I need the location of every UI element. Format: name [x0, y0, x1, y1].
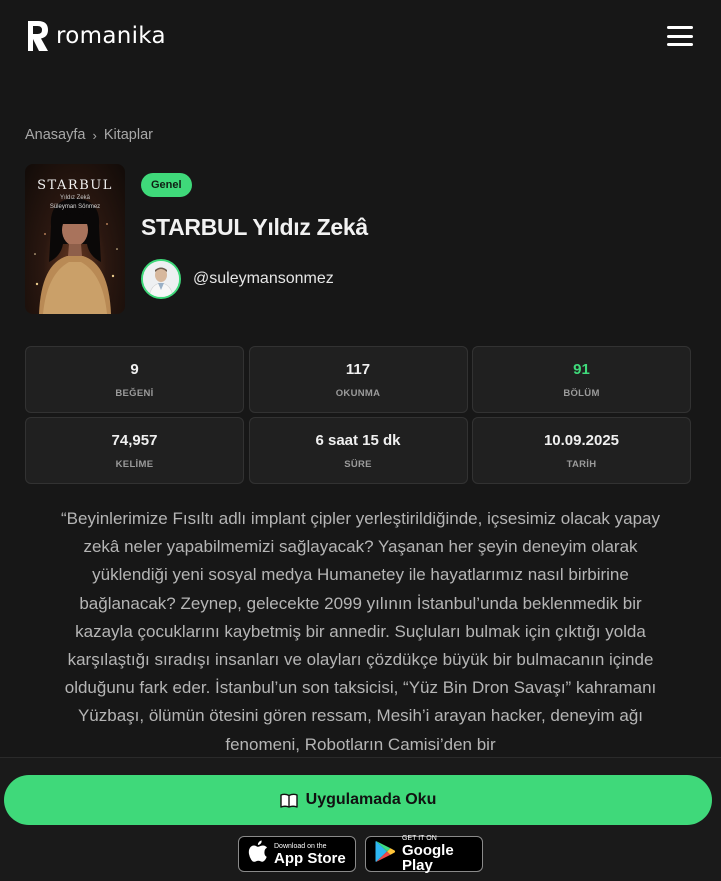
read-in-app-button[interactable]: Uygulamada Oku: [4, 775, 712, 825]
google-play-text: GET IT ON Google Play: [402, 835, 474, 873]
author-handle: @suleymansonmez: [193, 270, 334, 287]
read-in-app-label: Uygulamada Oku: [305, 791, 437, 808]
book-stats-grid: 9 BEĞENİ 117 OKUNMA 91 BÖLÜM 74,957 KELİ…: [25, 346, 691, 484]
stat-value: 10.09.2025: [543, 431, 620, 449]
app-store-big-text: App Store: [274, 849, 346, 867]
cover-title: STARBUL: [37, 178, 113, 193]
stat-value: 9: [130, 360, 139, 378]
logo-text: romanika: [56, 23, 166, 49]
stat-label: BEĞENİ: [115, 387, 154, 399]
apple-icon: [248, 840, 268, 868]
app-store-button[interactable]: Download on the App Store: [238, 836, 356, 872]
google-play-icon: [375, 840, 396, 868]
stat-date: 10.09.2025 TARİH: [472, 417, 691, 484]
book-header: STARBUL Yıldız Zekâ Süleyman Sönmez Gene…: [25, 164, 696, 314]
stat-label: OKUNMA: [335, 387, 381, 399]
book-description: “Beyinlerimize Fısıltı adlı implant çipl…: [61, 509, 660, 754]
stat-value: 91: [573, 360, 590, 378]
hamburger-menu-icon[interactable]: [667, 26, 693, 46]
bottom-action-bar: Uygulamada Oku Download on the App Store: [0, 757, 721, 881]
google-play-small-text: GET IT ON: [402, 835, 437, 842]
stat-value: 6 saat 15 dk: [315, 431, 401, 449]
open-book-icon: [279, 793, 298, 808]
stat-value: 117: [345, 360, 371, 378]
author-link[interactable]: @suleymansonmez: [141, 259, 334, 299]
stat-chapters[interactable]: 91 BÖLÜM: [472, 346, 691, 413]
book-title: STARBUL Yıldız Zekâ: [141, 214, 368, 240]
author-avatar: [141, 259, 181, 299]
stat-value: 74,957: [111, 431, 158, 449]
breadcrumb-home-link[interactable]: Anasayfa: [25, 127, 85, 143]
cover-subtitle: Yıldız Zekâ: [59, 195, 90, 201]
logo-mark-icon: [25, 20, 50, 52]
breadcrumb: Anasayfa › Kitaplar: [25, 127, 153, 143]
stat-reads: 117 OKUNMA: [248, 346, 468, 413]
google-play-button[interactable]: GET IT ON Google Play: [365, 835, 483, 873]
stat-label: TARİH: [566, 458, 597, 470]
breadcrumb-books-link[interactable]: Kitaplar: [104, 127, 153, 143]
breadcrumb-separator: ›: [92, 127, 97, 143]
stat-duration: 6 saat 15 dk SÜRE: [248, 417, 468, 484]
stat-label: KELİME: [115, 458, 154, 470]
stat-label: BÖLÜM: [563, 387, 600, 399]
category-badge[interactable]: Genel: [141, 173, 192, 197]
app-store-text: Download on the App Store: [274, 843, 346, 866]
stat-words: 74,957 KELİME: [25, 417, 244, 484]
google-play-big-text: Google Play: [402, 842, 454, 874]
logo[interactable]: romanika: [25, 20, 166, 52]
top-header: romanika: [0, 0, 721, 72]
stat-likes: 9 BEĞENİ: [25, 346, 244, 413]
book-cover[interactable]: STARBUL Yıldız Zekâ Süleyman Sönmez: [25, 164, 125, 314]
cover-author: Süleyman Sönmez: [49, 204, 101, 210]
app-store-small-text: Download on the: [274, 842, 327, 850]
stat-label: SÜRE: [344, 458, 372, 470]
store-badges: Download on the App Store GET IT ON Goog…: [0, 835, 721, 873]
